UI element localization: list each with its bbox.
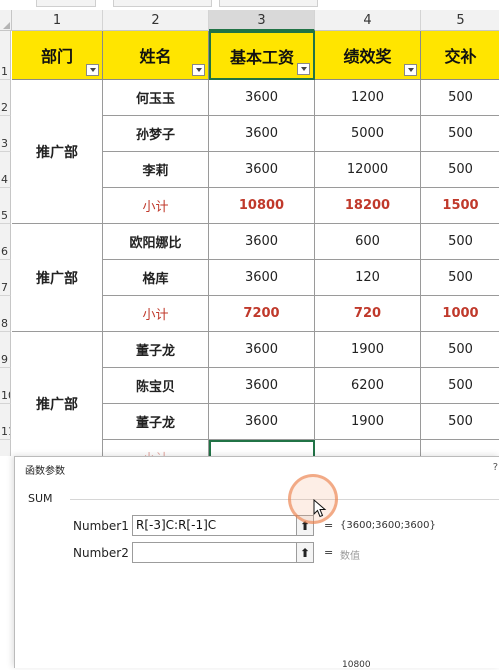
group-divider bbox=[70, 499, 499, 500]
number1-input[interactable]: R[-3]C:R[-1]C bbox=[132, 515, 310, 536]
function-name: SUM bbox=[28, 492, 53, 505]
number2-result: 数值 bbox=[340, 551, 360, 562]
help-button[interactable]: ? bbox=[493, 462, 498, 473]
number1-label: Number1 bbox=[73, 519, 129, 533]
number1-equals: = bbox=[324, 519, 334, 532]
number1-result: {3600;3600;3600} bbox=[340, 520, 436, 531]
number2-ref-button[interactable]: ⬆ bbox=[296, 542, 314, 563]
function-arguments-dialog[interactable]: 函数参数 ? SUM Number1 R[-3]C:R[-1]C ⬆ = {36… bbox=[14, 456, 499, 668]
number2-input[interactable] bbox=[132, 542, 310, 563]
number2-equals: = bbox=[324, 546, 334, 559]
drag-preview-value: 10800 bbox=[342, 660, 371, 670]
collapse-arrow-icon: ⬆ bbox=[299, 545, 311, 560]
number2-label: Number2 bbox=[73, 546, 129, 560]
dialog-title: 函数参数 bbox=[25, 466, 65, 477]
left-strip bbox=[0, 456, 14, 667]
mouse-pointer-icon bbox=[313, 499, 327, 518]
